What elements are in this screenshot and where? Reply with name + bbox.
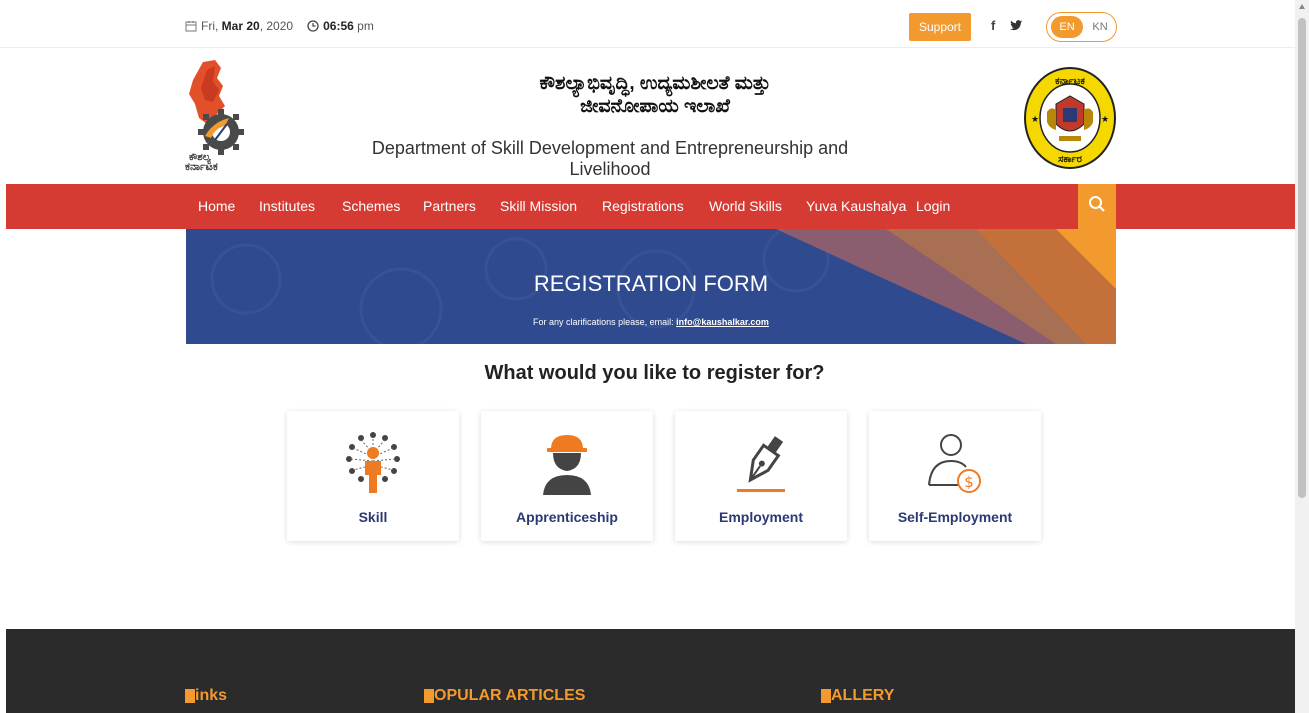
lang-en-button[interactable]: EN [1051, 16, 1083, 38]
nav-login[interactable]: Login [916, 198, 950, 214]
date-year: , 2020 [259, 19, 294, 33]
date-time: Fri, Mar 20, 2020 06:56 pm [185, 19, 374, 33]
calendar-icon [185, 20, 197, 32]
dollar-sign: $ [964, 473, 974, 491]
time-ampm: pm [357, 19, 374, 33]
nav-schemes[interactable]: Schemes [342, 198, 400, 214]
search-icon [1088, 195, 1106, 218]
apprenticeship-card-label: Apprenticeship [516, 509, 618, 525]
nav-partners[interactable]: Partners [423, 198, 476, 214]
employment-card[interactable]: Employment [675, 411, 847, 541]
title-kn-line1: ಕೌಶಲ್ಯಾಭಿವೃದ್ಧಿ, ಉದ್ಯಮಶೀಲತೆ ಮತ್ತು [539, 73, 771, 94]
footer-links-text: inks [195, 687, 228, 704]
self-employment-card[interactable]: $ Self-Employment [869, 411, 1041, 541]
date-num: 20 [246, 19, 260, 33]
nav-home[interactable]: Home [198, 198, 235, 214]
seal-star-left: ★ [1031, 114, 1039, 124]
skill-network-icon [343, 431, 403, 495]
main-navigation: Home Institutes Schemes Partners Skill M… [6, 184, 1295, 229]
facebook-icon[interactable]: f [991, 18, 995, 33]
nav-institutes[interactable]: Institutes [259, 198, 315, 214]
self-employment-card-label: Self-Employment [897, 509, 1013, 525]
nav-skill-mission[interactable]: Skill Mission [500, 198, 577, 214]
register-question: What would you like to register for? [484, 362, 825, 384]
person-dollar-icon: $ [925, 431, 985, 495]
scrollbar-thumb[interactable] [1298, 18, 1306, 498]
banner-title: REGISTRATION FORM [533, 271, 769, 296]
employment-card-label: Employment [718, 509, 803, 525]
footer-gallery-heading: ALLERY [821, 687, 894, 705]
banner-subtitle: For any clarifications please, email: in… [186, 317, 1116, 327]
footer: inks OPULAR ARTICLES ALLERY [6, 629, 1295, 713]
department-title-english: Department of Skill Development and Entr… [371, 138, 849, 179]
apprenticeship-card[interactable]: Apprenticeship [481, 411, 653, 541]
clock-icon [307, 20, 319, 32]
contact-email-link[interactable]: info@kaushalkar.com [676, 317, 769, 327]
footer-popular-heading: OPULAR ARTICLES [424, 687, 585, 705]
top-bar: Fri, Mar 20, 2020 06:56 pm Support f EN … [0, 0, 1295, 48]
support-button[interactable]: Support [909, 13, 971, 41]
hardhat-worker-icon [537, 431, 597, 495]
links-bullet-icon [185, 689, 195, 703]
title-kn-line2: ಜೀವನೋಪಾಯ ಇಲಾಖೆ [580, 96, 730, 117]
popular-bullet-icon [424, 689, 434, 703]
footer-links-heading: inks [185, 687, 227, 705]
logo-text-line2: ಕರ್ನಾಟಕ [185, 160, 218, 173]
skill-card[interactable]: Skill [287, 411, 459, 541]
karnataka-government-seal: ಕರ್ನಾಟಕ ಸರ್ಕಾರ ★ ★ [1023, 66, 1117, 170]
seal-top-text: ಕರ್ನಾಟಕ [1055, 76, 1085, 87]
nav-world-skills[interactable]: World Skills [709, 198, 782, 214]
search-button[interactable] [1078, 184, 1116, 229]
department-title-kannada: ಕೌಶಲ್ಯಾಭಿವೃದ್ಧಿ, ಉದ್ಯಮಶೀಲತೆ ಮತ್ತು ಜೀವನೋಪ… [400, 72, 910, 118]
registration-banner: REGISTRATION FORM For any clarifications… [186, 229, 1116, 344]
twitter-icon[interactable] [1010, 19, 1022, 34]
time-value: 06:56 [323, 19, 354, 33]
footer-popular-text: OPULAR ARTICLES [434, 687, 586, 704]
gallery-bullet-icon [821, 689, 831, 703]
date-month: Mar [221, 19, 244, 33]
nav-registrations[interactable]: Registrations [602, 198, 684, 214]
scroll-up-arrow-icon[interactable] [1299, 4, 1305, 9]
footer-gallery-text: ALLERY [831, 687, 895, 704]
lang-kn-button[interactable]: KN [1088, 16, 1112, 38]
seal-star-right: ★ [1101, 114, 1109, 124]
kaushalya-karnataka-logo[interactable]: ಕೌಶಲ್ಯ ಕರ್ನಾಟಕ [185, 60, 260, 174]
skill-card-label: Skill [358, 509, 388, 525]
nav-yuva-kaushalya[interactable]: Yuva Kaushalya [806, 198, 906, 214]
banner-subtitle-text: For any clarifications please, email: [533, 317, 674, 327]
pen-nib-icon [731, 431, 791, 495]
date-day: Fri, [201, 19, 219, 33]
seal-bottom-text: ಸರ್ಕಾರ [1058, 154, 1083, 165]
page-scrollbar[interactable] [1295, 0, 1309, 713]
language-toggle[interactable]: EN KN [1046, 12, 1117, 42]
